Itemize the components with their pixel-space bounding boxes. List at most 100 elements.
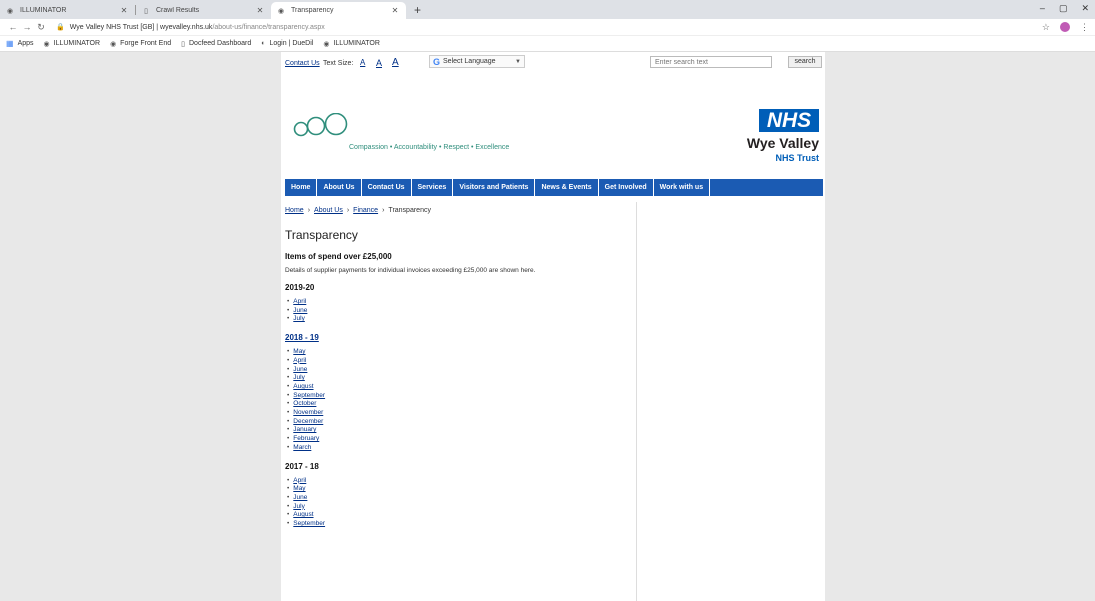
list-item: August bbox=[287, 511, 636, 520]
month-link[interactable]: September bbox=[293, 520, 325, 527]
year-heading: 2017 - 18 bbox=[285, 461, 319, 471]
month-link[interactable]: June bbox=[293, 307, 307, 314]
list-item: April bbox=[287, 357, 636, 366]
month-link[interactable]: July bbox=[293, 315, 305, 322]
breadcrumb-home[interactable]: Home bbox=[285, 207, 304, 214]
star-icon[interactable]: ☆ bbox=[1042, 22, 1050, 33]
text-size-label: Text Size: bbox=[323, 60, 354, 67]
trust-tagline: Compassion • Accountability • Respect • … bbox=[349, 144, 510, 151]
tab-label: Crawl Results bbox=[156, 7, 200, 14]
browser-tab[interactable]: ▯ Crawl Results ✕ bbox=[136, 2, 271, 19]
text-size-small[interactable]: A bbox=[360, 58, 365, 67]
search-button[interactable]: search bbox=[788, 56, 822, 68]
month-list: AprilMay June JulyAugust September bbox=[287, 477, 636, 529]
bookmark-item[interactable]: ◐ Login | DueDil bbox=[261, 40, 313, 47]
month-link[interactable]: March bbox=[293, 444, 311, 451]
text-size-medium[interactable]: A bbox=[376, 58, 382, 68]
list-item: May bbox=[287, 485, 636, 494]
search-input[interactable] bbox=[650, 56, 772, 68]
month-link[interactable]: September bbox=[293, 392, 325, 399]
bookmark-label: Docfeed Dashboard bbox=[189, 40, 252, 47]
month-link[interactable]: July bbox=[293, 374, 305, 381]
new-tab-icon[interactable]: + bbox=[406, 3, 429, 17]
maximize-icon[interactable]: ▢ bbox=[1059, 3, 1068, 14]
month-link[interactable]: April bbox=[293, 298, 306, 305]
nav-home[interactable]: Home bbox=[285, 179, 318, 196]
nav-services[interactable]: Services bbox=[412, 179, 454, 196]
address-bar[interactable]: 🔒 Wye Valley NHS Trust [GB] | wyevalley.… bbox=[48, 21, 1042, 34]
close-icon[interactable]: ✕ bbox=[390, 6, 400, 15]
list-item: May bbox=[287, 348, 636, 357]
nav-about-us[interactable]: About Us bbox=[317, 179, 362, 196]
utility-bar: Contact Us Text Size: A A A G Select Lan… bbox=[281, 52, 825, 74]
browser-tab-active[interactable]: ◉ Transparency ✕ bbox=[271, 2, 406, 19]
language-select[interactable]: G Select Language ▼ bbox=[429, 55, 525, 68]
back-icon[interactable]: ← bbox=[6, 22, 20, 32]
month-link[interactable]: June bbox=[293, 494, 307, 501]
browser-tab-strip: ◉ ILLUMINATOR ✕ ▯ Crawl Results ✕ ◉ Tran… bbox=[0, 0, 1095, 19]
month-link[interactable]: August bbox=[293, 383, 313, 390]
bookmark-apps[interactable]: ▦ Apps bbox=[6, 39, 34, 48]
month-link[interactable]: August bbox=[293, 511, 313, 518]
list-item: June bbox=[287, 366, 636, 375]
nav-visitors-patients[interactable]: Visitors and Patients bbox=[453, 179, 536, 196]
globe-icon: ◉ bbox=[110, 40, 117, 48]
page-container: Contact Us Text Size: A A A G Select Lan… bbox=[281, 52, 825, 601]
bookmark-label: ILLUMINATOR bbox=[333, 40, 380, 47]
globe-icon: ◉ bbox=[323, 40, 330, 48]
forward-icon[interactable]: → bbox=[20, 22, 34, 32]
year-heading: 2019-20 bbox=[285, 283, 315, 292]
section-description: Details of supplier payments for individ… bbox=[285, 267, 536, 274]
month-link[interactable]: April bbox=[293, 477, 306, 484]
browser-tab[interactable]: ◉ ILLUMINATOR ✕ bbox=[0, 2, 135, 19]
url-host: Wye Valley NHS Trust [GB] | wyevalley.nh… bbox=[69, 23, 213, 31]
month-link[interactable]: January bbox=[293, 426, 316, 433]
nav-contact-us[interactable]: Contact Us bbox=[362, 179, 412, 196]
year-heading[interactable]: 2018 - 19 bbox=[285, 333, 636, 342]
bookmark-label: ILLUMINATOR bbox=[53, 40, 101, 47]
month-link[interactable]: November bbox=[293, 409, 323, 416]
close-icon[interactable]: ✕ bbox=[255, 6, 265, 15]
duedil-icon: ◐ bbox=[261, 40, 266, 47]
month-link[interactable]: May bbox=[293, 485, 305, 492]
bookmark-label: Login | DueDil bbox=[269, 40, 314, 47]
month-link[interactable]: April bbox=[293, 357, 306, 364]
close-window-icon[interactable]: ✕ bbox=[1081, 3, 1089, 14]
page-icon: ▯ bbox=[144, 7, 148, 15]
breadcrumb-current: Transparency bbox=[388, 207, 431, 214]
list-item: April bbox=[287, 477, 636, 486]
list-item: July bbox=[287, 374, 636, 383]
bookmark-item[interactable]: ◉ ILLUMINATOR bbox=[323, 40, 380, 48]
bookmark-item[interactable]: ▯ Docfeed Dashboard bbox=[181, 40, 251, 48]
bookmark-item[interactable]: ◉ Forge Front End bbox=[110, 40, 171, 48]
nav-get-involved[interactable]: Get Involved bbox=[599, 179, 654, 196]
reload-icon[interactable]: ↻ bbox=[34, 22, 48, 33]
month-link[interactable]: October bbox=[293, 400, 316, 407]
breadcrumb-separator: › bbox=[307, 207, 311, 214]
window-controls: – ▢ ✕ bbox=[1040, 3, 1089, 14]
bookmarks-bar: ▦ Apps ◉ ILLUMINATOR ◉ Forge Front End ▯ Doc… bbox=[0, 36, 1095, 52]
breadcrumb-finance[interactable]: Finance bbox=[353, 207, 378, 214]
month-link[interactable]: June bbox=[293, 366, 307, 373]
minimize-icon[interactable]: – bbox=[1040, 3, 1045, 14]
bookmark-label: Apps bbox=[17, 40, 34, 47]
bookmark-item[interactable]: ◉ ILLUMINATOR bbox=[44, 40, 101, 48]
nav-work-with-us[interactable]: Work with us bbox=[654, 179, 711, 196]
breadcrumb-about-us[interactable]: About Us bbox=[314, 207, 343, 214]
lock-icon: 🔒 bbox=[56, 24, 65, 31]
chevron-down-icon: ▼ bbox=[515, 58, 521, 65]
page-icon: ▯ bbox=[181, 40, 185, 48]
month-link[interactable]: May bbox=[293, 348, 305, 355]
close-icon[interactable]: ✕ bbox=[119, 6, 129, 15]
menu-icon[interactable]: ⋮ bbox=[1080, 22, 1089, 33]
month-link[interactable]: July bbox=[293, 503, 305, 510]
list-item: October bbox=[287, 400, 636, 409]
profile-avatar[interactable] bbox=[1060, 22, 1070, 32]
month-link[interactable]: December bbox=[293, 418, 323, 425]
month-link[interactable]: February bbox=[293, 435, 319, 442]
contact-us-link[interactable]: Contact Us bbox=[285, 60, 320, 67]
nav-news-events[interactable]: News & Events bbox=[535, 179, 599, 196]
text-size-large[interactable]: A bbox=[392, 57, 399, 68]
month-list: May April JuneJuly August SeptemberOctober No… bbox=[287, 348, 636, 452]
list-item: September bbox=[287, 520, 636, 529]
